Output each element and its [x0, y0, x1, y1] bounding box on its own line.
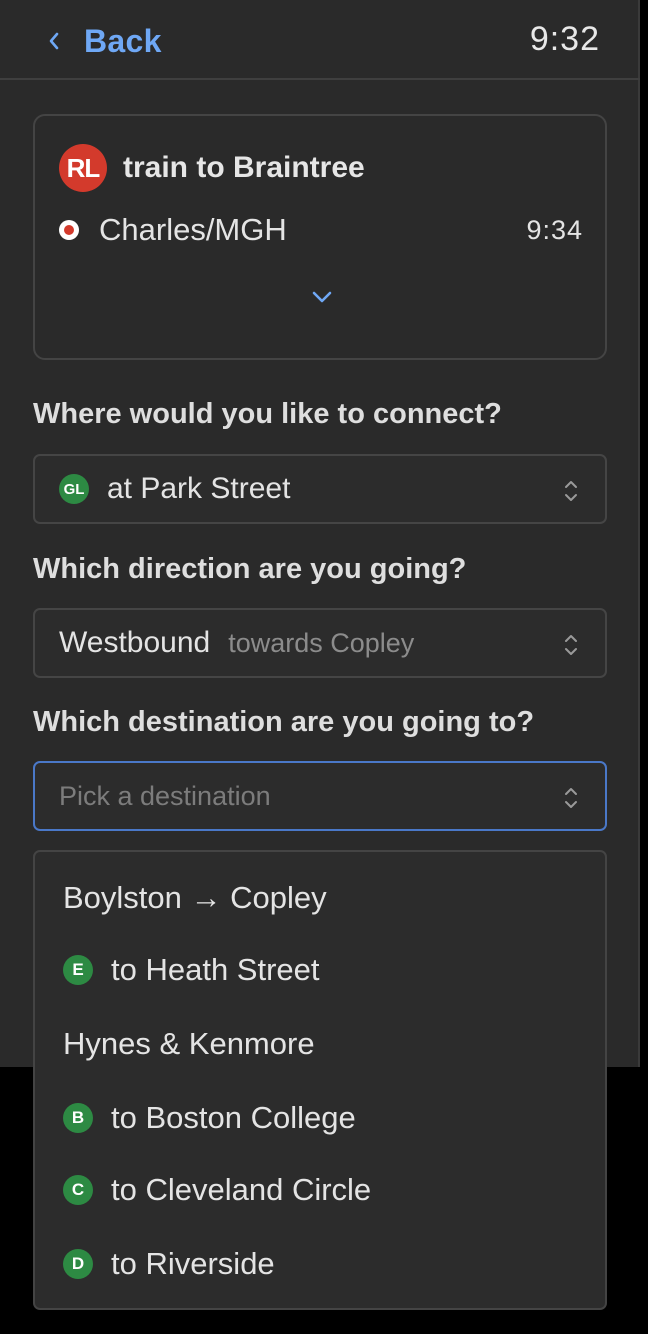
- route-row: RL train to Braintree: [59, 144, 365, 192]
- menu-option-label: to Riverside: [111, 1246, 275, 1281]
- menu-option-label: to Boston College: [111, 1100, 356, 1135]
- menu-option-label: to Cleveland Circle: [111, 1172, 372, 1207]
- menu-option-cleveland-circle[interactable]: C to Cleveland Circle: [63, 1172, 371, 1208]
- menu-option-riverside[interactable]: D to Riverside: [63, 1246, 275, 1282]
- connect-select[interactable]: GL at Park Street: [33, 454, 607, 524]
- route-title: train to Braintree: [123, 151, 365, 184]
- stop-row: Charles/MGH 9:34: [59, 212, 583, 248]
- direction-select[interactable]: Westbound towards Copley: [33, 608, 607, 678]
- destination-placeholder: Pick a destination: [59, 780, 271, 811]
- red-line-badge: RL: [59, 144, 107, 192]
- menu-group-hynes-kenmore: Hynes & Kenmore: [63, 1026, 315, 1062]
- stop-dot-icon: [59, 220, 79, 240]
- connect-value: at Park Street: [107, 472, 291, 505]
- top-bar: Back 9:32: [0, 0, 640, 80]
- menu-option-heath-street[interactable]: E to Heath Street: [63, 952, 320, 988]
- chevron-down-icon[interactable]: [309, 284, 335, 310]
- up-down-arrows-icon: [563, 478, 579, 509]
- destination-select[interactable]: Pick a destination: [33, 761, 607, 831]
- c-branch-badge: C: [63, 1175, 93, 1205]
- destination-question: Which destination are you going to?: [33, 706, 535, 738]
- menu-option-label: to Heath Street: [111, 952, 320, 987]
- back-button[interactable]: Back: [44, 20, 162, 62]
- up-down-arrows-icon: [563, 785, 579, 816]
- destination-menu: Boylston → Copley E to Heath Street Hyne…: [33, 850, 607, 1310]
- menu-group-label: Hynes & Kenmore: [63, 1026, 315, 1061]
- menu-group-boylston-copley: Boylston → Copley: [63, 880, 327, 916]
- direction-value: Westbound: [59, 626, 211, 659]
- stop-name: Charles/MGH: [99, 212, 287, 247]
- chevron-left-icon: [44, 31, 64, 51]
- stop-time: 9:34: [526, 214, 583, 245]
- trip-card: RL train to Braintree Charles/MGH 9:34: [33, 114, 607, 360]
- menu-option-boston-college[interactable]: B to Boston College: [63, 1100, 356, 1136]
- up-down-arrows-icon: [563, 632, 579, 663]
- b-branch-badge: B: [63, 1103, 93, 1133]
- clock: 9:32: [529, 20, 600, 58]
- d-branch-badge: D: [63, 1249, 93, 1279]
- e-branch-badge: E: [63, 955, 93, 985]
- back-label: Back: [84, 22, 162, 59]
- connect-question: Where would you like to connect?: [33, 398, 502, 430]
- direction-question: Which direction are you going?: [33, 553, 467, 585]
- direction-subtitle: towards Copley: [228, 627, 415, 658]
- green-line-badge: GL: [59, 474, 89, 504]
- menu-group-label: Boylston → Copley: [63, 880, 327, 915]
